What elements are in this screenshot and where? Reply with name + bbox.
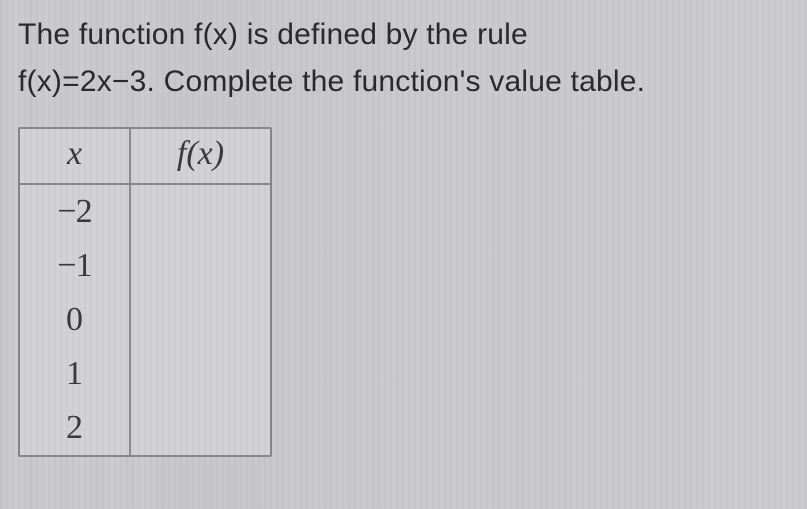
cell-x-1: −1 bbox=[20, 239, 130, 293]
cell-fx-1[interactable] bbox=[130, 239, 270, 293]
value-table: x f(x) −2 −1 0 1 2 bbox=[18, 127, 272, 457]
cell-fx-0[interactable] bbox=[130, 184, 270, 239]
cell-fx-2[interactable] bbox=[130, 293, 270, 347]
question-line-1: The function f(x) is defined by the rule bbox=[18, 18, 528, 51]
question-line-2: f(x)=2x−3. Complete the function's value… bbox=[18, 65, 645, 98]
cell-x-2: 0 bbox=[20, 293, 130, 347]
table-row: 1 bbox=[20, 347, 270, 401]
header-x: x bbox=[20, 129, 130, 184]
table-row: −1 bbox=[20, 239, 270, 293]
cell-fx-3[interactable] bbox=[130, 347, 270, 401]
cell-x-0: −2 bbox=[20, 184, 130, 239]
cell-x-3: 1 bbox=[20, 347, 130, 401]
question-text: The function f(x) is defined by the rule… bbox=[18, 12, 789, 105]
table-row: 2 bbox=[20, 401, 270, 455]
table-header-row: x f(x) bbox=[20, 129, 270, 184]
header-fx: f(x) bbox=[130, 129, 270, 184]
cell-fx-4[interactable] bbox=[130, 401, 270, 455]
cell-x-4: 2 bbox=[20, 401, 130, 455]
table-row: −2 bbox=[20, 184, 270, 239]
table-row: 0 bbox=[20, 293, 270, 347]
